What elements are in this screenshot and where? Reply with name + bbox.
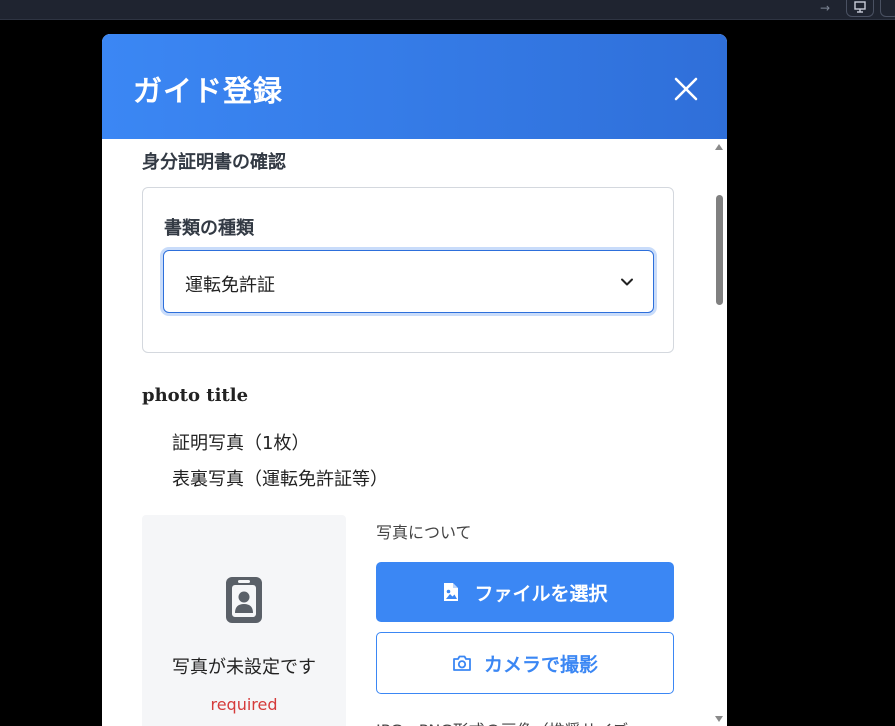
- camera-capture-button[interactable]: カメラで撮影: [376, 632, 674, 694]
- monitor-icon[interactable]: [846, 0, 874, 17]
- modal-body: 身分証明書の確認 書類の種類 運転免許証 photo title 証明写真（1枚…: [102, 139, 727, 726]
- document-type-value: 運転免許証: [185, 275, 275, 296]
- scroll-down-arrow-icon[interactable]: [715, 716, 723, 722]
- modal-scrollbar[interactable]: [712, 139, 727, 726]
- modal-title: ガイド登録: [133, 74, 284, 108]
- photo-not-set-text: 写真が未設定です: [172, 657, 316, 678]
- camera-icon: [452, 654, 472, 672]
- browser-toolbar: →: [0, 0, 895, 20]
- select-file-label: ファイルを選択: [474, 582, 608, 605]
- scroll-up-arrow-icon[interactable]: [715, 144, 723, 150]
- photo-section-title: photo title: [142, 385, 249, 406]
- browser-action-icon[interactable]: [880, 0, 895, 17]
- image-file-icon: [442, 582, 460, 602]
- photo-preview: 写真が未設定です required: [142, 515, 346, 726]
- identity-section-heading: 身分証明書の確認: [142, 152, 286, 173]
- guide-registration-modal: ガイド登録 身分証明書の確認 書類の種類 運転免許証 photo title 証…: [102, 34, 727, 726]
- file-format-note: JPG、PNG形式の画像（推奨サイズ: [376, 717, 676, 726]
- list-item: 表裏写真（運転免許証等）: [172, 469, 388, 490]
- required-label: required: [210, 695, 278, 714]
- document-type-card: 書類の種類 運転免許証: [142, 187, 674, 353]
- arrow-right-icon[interactable]: →: [812, 0, 838, 18]
- photo-requirements-list: 証明写真（1枚） 表裏写真（運転免許証等）: [172, 431, 388, 503]
- camera-capture-label: カメラで撮影: [483, 653, 598, 676]
- about-photo-label: 写真について: [376, 523, 472, 542]
- chevron-down-icon: [619, 274, 635, 290]
- document-type-label: 書類の種類: [164, 218, 254, 239]
- modal-header: ガイド登録: [102, 34, 727, 139]
- id-badge-icon: [224, 575, 264, 625]
- scrollbar-thumb[interactable]: [716, 195, 723, 305]
- document-type-select[interactable]: 運転免許証: [163, 250, 654, 313]
- select-file-button[interactable]: ファイルを選択: [376, 562, 674, 622]
- close-icon[interactable]: [669, 72, 703, 106]
- list-item: 証明写真（1枚）: [172, 433, 310, 454]
